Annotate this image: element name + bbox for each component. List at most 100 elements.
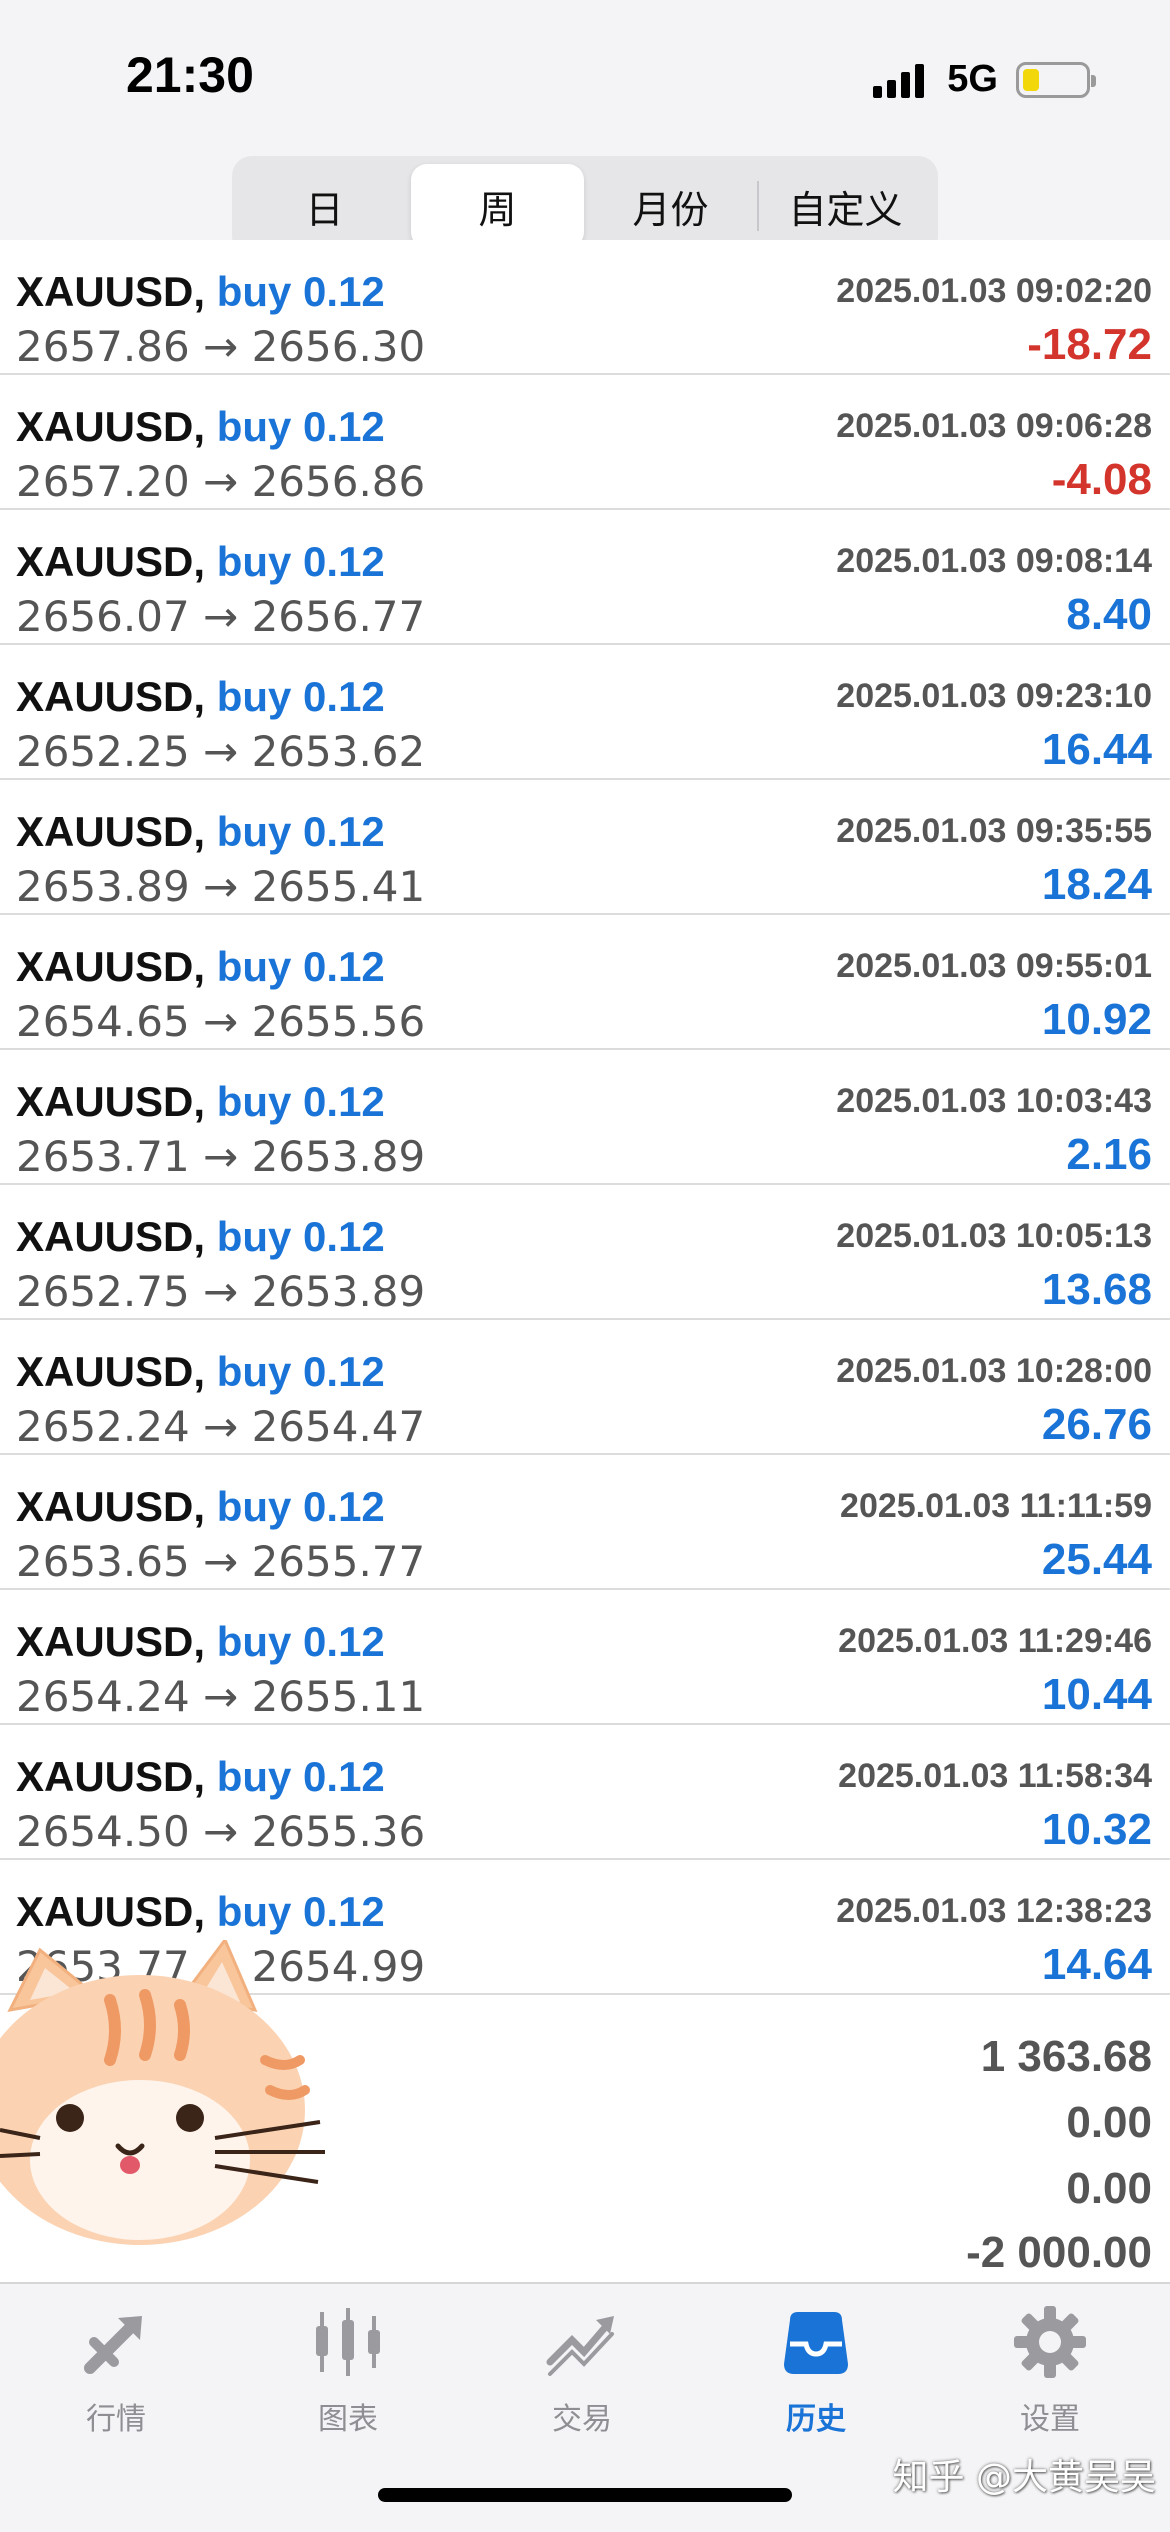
trade-profit: 10.44	[1041, 1670, 1152, 1719]
trade-profit: 8.40	[1066, 590, 1152, 639]
history-screen: 21:30 5G 日 周 月份 自定义 XAUUSD, buy 0.12 2025…	[0, 0, 1170, 2532]
trade-profit: -18.72	[1027, 320, 1152, 369]
trade-time: 2025.01.03 11:29:46	[838, 1622, 1152, 1660]
trade-profit: 25.44	[1041, 1535, 1152, 1584]
trade-symbol-text: XAUUSD,	[16, 1078, 206, 1125]
trade-side-volume: buy 0.12	[216, 673, 385, 720]
trade-prices: 2652.25 → 2653.62	[16, 727, 426, 776]
trade-profit: 2.16	[1066, 1130, 1152, 1179]
trade-row[interactable]: XAUUSD, buy 0.12 2025.01.03 09:35:55 2653.…	[0, 780, 1170, 915]
trade-profit: 16.44	[1041, 725, 1152, 774]
tab-settings[interactable]: 设置	[950, 2302, 1150, 2462]
trade-symbol: XAUUSD, buy 0.12	[16, 943, 385, 991]
trade-symbol-text: XAUUSD,	[16, 1483, 206, 1530]
trade-prices: 2653.89 → 2655.41	[16, 862, 426, 911]
trade-symbol: XAUUSD, buy 0.12	[16, 808, 385, 856]
trade-symbol-text: XAUUSD,	[16, 1348, 206, 1395]
status-indicators: 5G	[873, 58, 1096, 101]
trade-side-volume: buy 0.12	[216, 1483, 385, 1530]
battery-icon	[1016, 61, 1096, 98]
period-tab-custom[interactable]: 自定义	[759, 164, 932, 248]
period-tab-month[interactable]: 月份	[584, 164, 757, 248]
trade-time: 2025.01.03 09:55:01	[836, 947, 1152, 985]
trade-row[interactable]: XAUUSD, buy 0.12 2025.01.03 09:55:01 2654.…	[0, 915, 1170, 1050]
tab-settings-label: 设置	[1020, 2402, 1080, 2437]
trade-symbol: XAUUSD, buy 0.12	[16, 1888, 385, 1936]
trade-symbol-text: XAUUSD,	[16, 538, 206, 585]
trade-side-volume: buy 0.12	[216, 1753, 385, 1800]
trade-symbol-text: XAUUSD,	[16, 1753, 206, 1800]
trade-side-volume: buy 0.12	[216, 403, 385, 450]
trade-side-volume: buy 0.12	[216, 1213, 385, 1260]
trade-time: 2025.01.03 09:35:55	[836, 812, 1152, 850]
tab-quotes-label: 行情	[86, 2402, 146, 2437]
watermark: 知乎 @大黄吴吴	[892, 2457, 1156, 2498]
summary-value-3: 0.00	[1066, 2164, 1152, 2213]
trade-prices: 2653.65 → 2655.77	[16, 1537, 426, 1586]
trade-row[interactable]: XAUUSD, buy 0.12 2025.01.03 10:03:43 2653.…	[0, 1050, 1170, 1185]
tab-trade[interactable]: 交易	[482, 2302, 682, 2462]
trade-side-volume: buy 0.12	[216, 1078, 385, 1125]
trade-symbol: XAUUSD, buy 0.12	[16, 268, 385, 316]
trade-row[interactable]: XAUUSD, buy 0.12 2025.01.03 09:23:10 2652.…	[0, 645, 1170, 780]
period-tab-week[interactable]: 周	[411, 164, 584, 248]
trade-row[interactable]: XAUUSD, buy 0.12 2025.01.03 10:05:13 2652.…	[0, 1185, 1170, 1320]
trade-symbol-text: XAUUSD,	[16, 403, 206, 450]
trade-row[interactable]: XAUUSD, buy 0.12 2025.01.03 11:58:34 2654.…	[0, 1725, 1170, 1860]
trade-row[interactable]: XAUUSD, buy 0.12 2025.01.03 11:11:59 2653.…	[0, 1455, 1170, 1590]
trade-time: 2025.01.03 11:58:34	[838, 1757, 1152, 1795]
trade-prices: 2654.65 → 2655.56	[16, 997, 426, 1046]
summary-value-2: 0.00	[1066, 2098, 1152, 2147]
trade-symbol-text: XAUUSD,	[16, 268, 206, 315]
settings-icon	[1014, 2306, 1086, 2378]
tab-charts[interactable]: 图表	[248, 2302, 448, 2462]
home-indicator[interactable]	[378, 2488, 792, 2502]
trade-symbol: XAUUSD, buy 0.12	[16, 403, 385, 451]
period-tab-day[interactable]: 日	[238, 164, 411, 248]
trade-profit: 26.76	[1041, 1400, 1152, 1449]
tab-charts-label: 图表	[318, 2402, 378, 2437]
trade-prices: 2654.50 → 2655.36	[16, 1807, 426, 1856]
trade-row[interactable]: XAUUSD, buy 0.12 2025.01.03 09:02:20 2657.…	[0, 240, 1170, 375]
trade-prices: 2657.20 → 2656.86	[16, 457, 426, 506]
tab-quotes[interactable]: 行情	[16, 2302, 216, 2462]
trade-time: 2025.01.03 10:05:13	[836, 1217, 1152, 1255]
trade-row[interactable]: XAUUSD, buy 0.12 2025.01.03 11:29:46 2654.…	[0, 1590, 1170, 1725]
trade-side-volume: buy 0.12	[216, 268, 385, 315]
trade-time: 2025.01.03 11:11:59	[840, 1487, 1152, 1525]
trade-symbol-text: XAUUSD,	[16, 1213, 206, 1260]
trade-time: 2025.01.03 09:23:10	[836, 677, 1152, 715]
tab-history-label: 历史	[786, 2402, 846, 2437]
trade-side-volume: buy 0.12	[216, 943, 385, 990]
network-label: 5G	[947, 58, 998, 100]
trade-prices: 2653.71 → 2653.89	[16, 1132, 426, 1181]
summary-profit-value: 1 363.68	[980, 2032, 1152, 2081]
status-bar: 21:30 5G	[0, 0, 1170, 150]
trade-symbol-text: XAUUSD,	[16, 673, 206, 720]
trade-symbol: XAUUSD, buy 0.12	[16, 1348, 385, 1396]
trade-symbol: XAUUSD, buy 0.12	[16, 673, 385, 721]
trade-profit: -4.08	[1051, 455, 1152, 504]
trade-history-list: XAUUSD, buy 0.12 2025.01.03 09:02:20 2657.…	[0, 240, 1170, 1995]
trade-row[interactable]: XAUUSD, buy 0.12 2025.01.03 09:06:28 2657.…	[0, 375, 1170, 510]
trade-side-volume: buy 0.12	[216, 538, 385, 585]
trade-profit: 14.64	[1041, 1940, 1152, 1989]
tab-history[interactable]: 历史	[716, 2302, 916, 2462]
trade-symbol: XAUUSD, buy 0.12	[16, 1753, 385, 1801]
trade-time: 2025.01.03 10:03:43	[836, 1082, 1152, 1120]
signal-icon	[873, 62, 929, 98]
trade-side-volume: buy 0.12	[216, 808, 385, 855]
trade-symbol-text: XAUUSD,	[16, 1888, 206, 1935]
trade-symbol: XAUUSD, buy 0.12	[16, 538, 385, 586]
trade-row[interactable]: XAUUSD, buy 0.12 2025.01.03 10:28:00 2652.…	[0, 1320, 1170, 1455]
trade-row[interactable]: XAUUSD, buy 0.12 2025.01.03 09:08:14 2656.…	[0, 510, 1170, 645]
trade-prices: 2652.24 → 2654.47	[16, 1402, 426, 1451]
trade-prices: 2656.07 → 2656.77	[16, 592, 426, 641]
trade-time: 2025.01.03 09:06:28	[836, 407, 1152, 445]
trade-prices: 2657.86 → 2656.30	[16, 322, 426, 371]
trade-symbol: XAUUSD, buy 0.12	[16, 1483, 385, 1531]
summary-balance-value: -2 000.00	[966, 2228, 1152, 2277]
trade-profit: 18.24	[1041, 860, 1152, 909]
trade-prices: 2654.24 → 2655.11	[16, 1672, 426, 1721]
trade-symbol-text: XAUUSD,	[16, 1618, 206, 1665]
